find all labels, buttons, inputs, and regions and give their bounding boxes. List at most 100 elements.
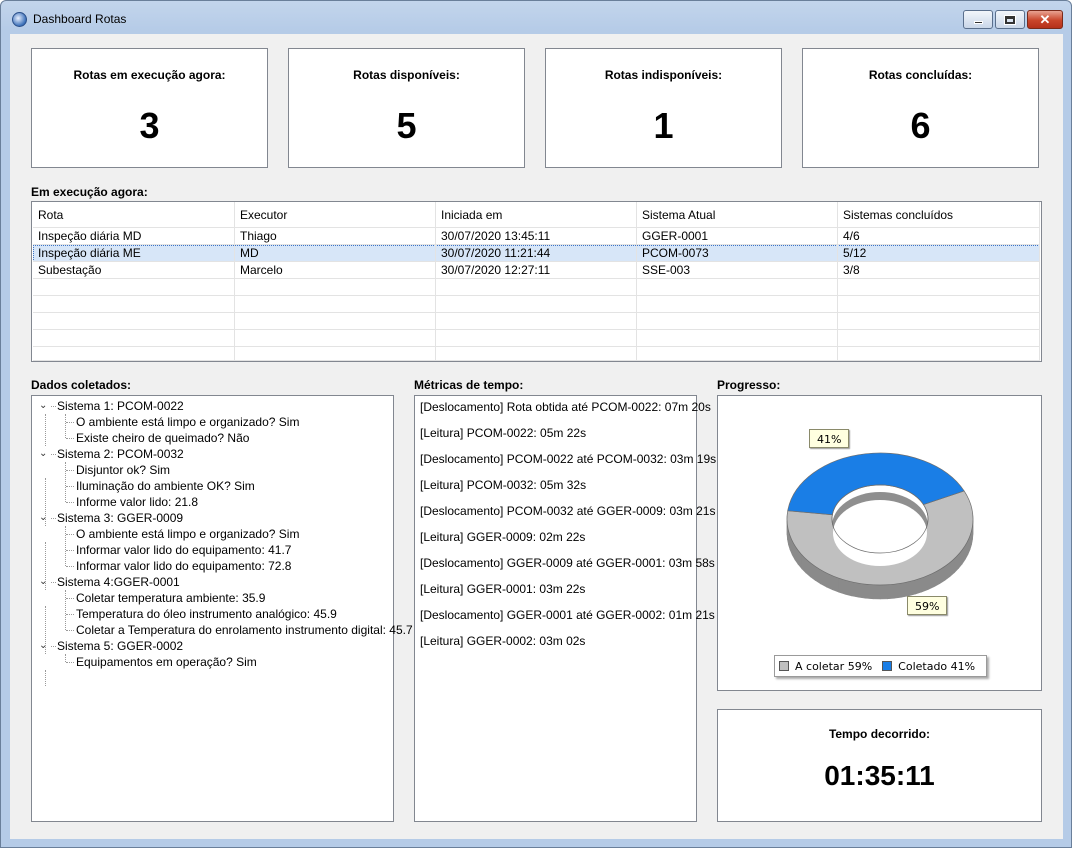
- minimize-button[interactable]: [963, 10, 993, 29]
- card-available-label: Rotas disponíveis:: [353, 68, 460, 82]
- metric-line: [Deslocamento] PCOM-0022 até PCOM-0032: …: [420, 452, 717, 466]
- legend-swatch-a-coletar: [779, 661, 789, 671]
- metric-line: [Leitura] PCOM-0022: 05m 22s: [420, 426, 587, 440]
- table-cell: MD: [235, 245, 436, 262]
- card-running-value: 3: [139, 105, 160, 146]
- table-cell: Inspeção diária MD: [33, 228, 235, 245]
- legend-item-coletado: Coletado 41%: [882, 660, 975, 673]
- running-routes-grid[interactable]: Rota Executor Iniciada em Sistema Atual …: [31, 201, 1042, 362]
- metric-line: [Deslocamento] Rota obtida até PCOM-0022…: [420, 400, 711, 414]
- table-cell: 30/07/2020 13:45:11: [436, 228, 637, 245]
- donut-slice-side-a-coletar: [894, 582, 902, 599]
- tree-node-system[interactable]: Sistema 1: PCOM-0022: [57, 398, 184, 414]
- column-header-iniciada[interactable]: Iniciada em: [436, 202, 637, 228]
- tree-leaf[interactable]: O ambiente está limpo e organizado? Sim: [76, 526, 299, 542]
- donut-slice-side-a-coletar: [887, 583, 895, 600]
- legend-label-coletado: Coletado 41%: [898, 659, 976, 673]
- card-completed-value: 6: [910, 105, 931, 146]
- donut-slice-side-a-coletar: [858, 582, 867, 599]
- data-label-coletado: 41%: [809, 429, 850, 448]
- tree-node-system[interactable]: Sistema 2: PCOM-0032: [57, 446, 184, 462]
- chevron-down-icon[interactable]: ⌄: [39, 446, 47, 462]
- elapsed-time-panel: Tempo decorrido: 01:35:11: [717, 709, 1042, 822]
- column-header-sistemas-concluidos[interactable]: Sistemas concluídos: [838, 202, 1040, 228]
- donut-slice-side-a-coletar: [914, 577, 923, 595]
- data-label-a-coletar: 59%: [907, 596, 948, 615]
- empty-row: [33, 313, 1040, 330]
- title-bar[interactable]: Dashboard Rotas ✕: [1, 1, 1071, 33]
- elapsed-time-value: 01:35:11: [824, 760, 935, 791]
- card-unavailable-value: 1: [653, 105, 674, 146]
- table-cell: 30/07/2020 12:27:11: [436, 262, 637, 279]
- table-row[interactable]: Subestação Marcelo 30/07/2020 12:27:11 S…: [33, 262, 1040, 279]
- tree-leaf[interactable]: O ambiente está limpo e organizado? Sim: [76, 414, 299, 430]
- progress-chart-panel: 41% 59% A coletar 59% Coletado 41%: [717, 395, 1042, 691]
- chevron-down-icon[interactable]: ⌄: [39, 638, 47, 654]
- empty-row: [33, 330, 1040, 347]
- close-button[interactable]: ✕: [1027, 10, 1063, 29]
- maximize-icon: [1004, 14, 1016, 25]
- donut-slice-side-a-coletar: [901, 581, 909, 598]
- table-cell: 3/8: [838, 262, 1040, 279]
- table-cell: 5/12: [838, 245, 1040, 262]
- tree-node-system[interactable]: Sistema 3: GGER-0009: [57, 510, 183, 526]
- tree-leaf[interactable]: Existe cheiro de queimado? Não: [76, 430, 249, 446]
- donut-slice-side-a-coletar: [908, 579, 916, 597]
- tree-leaf[interactable]: Coletar temperatura ambiente: 35.9: [76, 590, 265, 606]
- running-section-label: Em execução agora:: [31, 185, 148, 199]
- chevron-down-icon[interactable]: ⌄: [39, 574, 47, 590]
- column-header-sistema-atual[interactable]: Sistema Atual: [637, 202, 838, 228]
- tree-leaf[interactable]: Disjuntor ok? Sim: [76, 462, 170, 478]
- donut-hole: [833, 500, 927, 566]
- table-cell: Inspeção diária ME: [33, 245, 235, 262]
- table-cell: PCOM-0073: [637, 245, 838, 262]
- chart-legend: A coletar 59% Coletado 41%: [774, 655, 987, 677]
- maximize-button[interactable]: [995, 10, 1025, 29]
- legend-label-a-coletar: A coletar 59%: [795, 659, 873, 673]
- progress-section-label: Progresso:: [717, 378, 781, 392]
- metric-line: [Leitura] GGER-0002: 03m 02s: [420, 634, 586, 648]
- legend-item-a-coletar: A coletar 59%: [779, 660, 872, 673]
- card-completed-label: Rotas concluídas:: [868, 68, 973, 82]
- collected-data-tree[interactable]: ⌄ Sistema 1: PCOM-0022 O ambiente está l…: [31, 395, 413, 822]
- table-row[interactable]: Inspeção diária MD Thiago 30/07/2020 13:…: [33, 228, 1040, 245]
- card-unavailable-label: Rotas indisponíveis:: [604, 68, 723, 82]
- legend-swatch-coletado: [882, 661, 893, 671]
- tree-node-system[interactable]: Sistema 5: GGER-0002: [57, 638, 183, 654]
- metrics-list[interactable]: [Deslocamento] Rota obtida até PCOM-0022…: [414, 395, 716, 822]
- donut-slice-side-a-coletar: [872, 584, 881, 600]
- card-unavailable: Rotas indisponíveis: 1: [545, 48, 782, 168]
- metric-line: [Deslocamento] PCOM-0032 até GGER-0009: …: [420, 504, 716, 518]
- card-running: Rotas em execução agora: 3: [31, 48, 268, 168]
- tree-node-system[interactable]: Sistema 4:GGER-0001: [57, 574, 180, 590]
- card-available-value: 5: [396, 105, 417, 146]
- card-running-label: Rotas em execução agora:: [73, 68, 226, 82]
- elapsed-time-label: Tempo decorrido:: [828, 727, 931, 741]
- minimize-icon: [973, 21, 983, 24]
- table-cell: 30/07/2020 11:21:44: [436, 245, 637, 262]
- column-header-rota[interactable]: Rota: [33, 202, 235, 228]
- card-available: Rotas disponíveis: 5: [288, 48, 525, 168]
- metric-line: [Leitura] PCOM-0032: 05m 32s: [420, 478, 587, 492]
- column-header-executor[interactable]: Executor: [235, 202, 436, 228]
- tree-leaf[interactable]: Iluminação do ambiente OK? Sim: [76, 478, 255, 494]
- collected-section-label: Dados coletados:: [31, 378, 132, 392]
- client-area: Rotas em execução agora: 3 Rotas disponí…: [10, 34, 1063, 839]
- window-title: Dashboard Rotas: [33, 12, 127, 26]
- donut-slice-side-a-coletar: [865, 583, 874, 600]
- table-row-selected[interactable]: Inspeção diária ME MD 30/07/2020 11:21:4…: [33, 245, 1040, 262]
- table-cell: Thiago: [235, 228, 436, 245]
- tree-leaf[interactable]: Temperatura do óleo instrumento analógic…: [76, 606, 337, 622]
- donut-slice-side-a-coletar: [838, 577, 846, 595]
- tree-leaf[interactable]: Coletar a Temperatura do enrolamento ins…: [76, 622, 413, 638]
- tree-leaf[interactable]: Equipamentos em operação? Sim: [76, 654, 257, 670]
- tree-leaf[interactable]: Informe valor lido: 21.8: [76, 494, 198, 510]
- chevron-down-icon[interactable]: ⌄: [39, 510, 47, 526]
- tree-leaf[interactable]: Informar valor lido do equipamento: 72.8: [76, 558, 291, 574]
- metric-line: [Leitura] GGER-0009: 02m 22s: [420, 530, 586, 544]
- donut-slice-side-a-coletar: [844, 579, 853, 597]
- grid-header-row: Rota Executor Iniciada em Sistema Atual …: [33, 202, 1040, 228]
- card-completed: Rotas concluídas: 6: [802, 48, 1039, 168]
- chevron-down-icon[interactable]: ⌄: [39, 398, 47, 414]
- tree-leaf[interactable]: Informar valor lido do equipamento: 41.7: [76, 542, 291, 558]
